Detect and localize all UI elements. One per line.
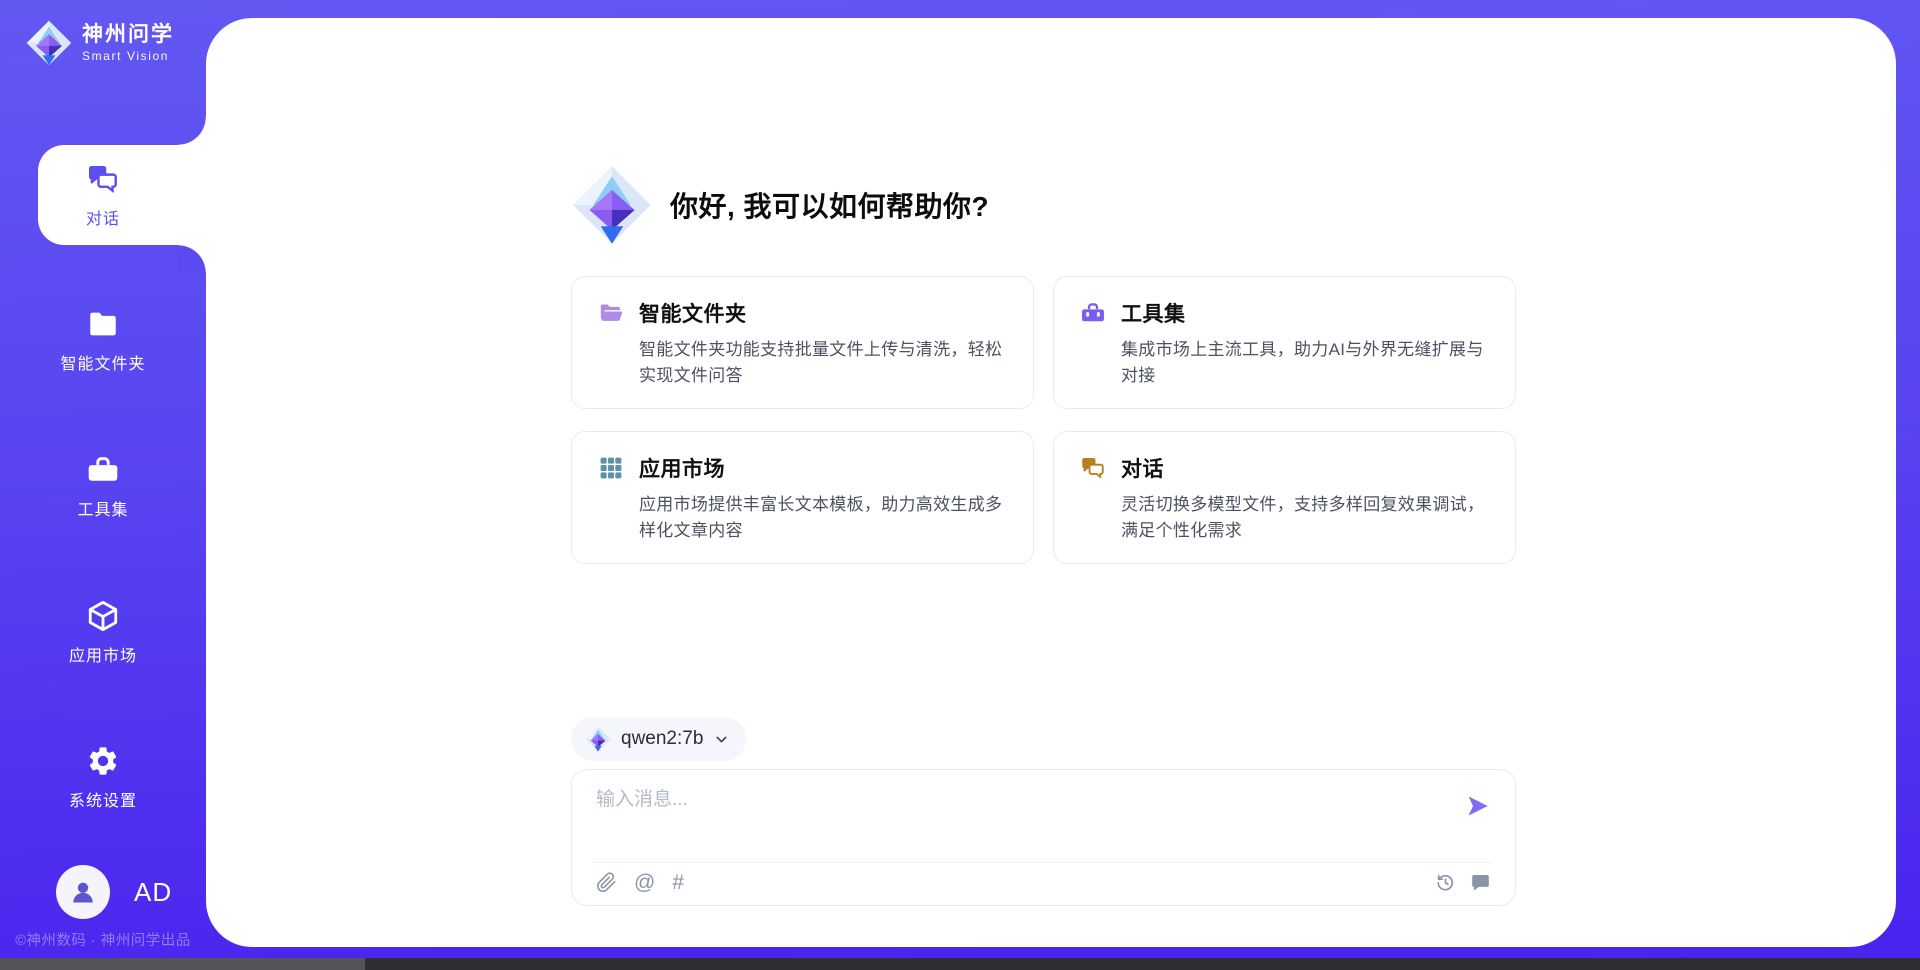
app-window: 神州问学 Smart Vision 对话 智能文件夹 工具集 应用市场 系统设置 <box>0 0 1920 970</box>
card-description: 灵活切换多模型文件，支持多样回复效果调试，满足个性化需求 <box>1121 492 1489 543</box>
model-name: qwen2:7b <box>621 728 703 750</box>
brand: 神州问学 Smart Vision <box>26 20 174 66</box>
sidebar-footer: ©神州数码 · 神州问学出品 <box>0 929 206 950</box>
main-panel: 你好, 我可以如何帮助你? 智能文件夹 智能文件夹功能支持批量文件上传与清洗，轻… <box>206 18 1896 947</box>
greeting-title: 你好, 我可以如何帮助你? <box>670 185 989 225</box>
folder-open-icon <box>598 300 624 326</box>
send-button[interactable] <box>1463 792 1493 822</box>
person-icon <box>68 877 98 907</box>
sidebar-item-toolkit[interactable]: 工具集 <box>0 436 206 536</box>
brand-diamond-icon <box>26 20 72 66</box>
scrollbar-thumb[interactable] <box>0 958 365 970</box>
message-composer: @ # <box>571 769 1516 906</box>
card-toolkit[interactable]: 工具集 集成市场上主流工具，助力AI与外界无缝扩展与对接 <box>1053 276 1516 409</box>
card-title: 对话 <box>1121 453 1164 483</box>
card-description: 智能文件夹功能支持批量文件上传与清洗，轻松实现文件问答 <box>639 337 1007 388</box>
sidebar-item-chat[interactable]: 对话 <box>0 145 206 245</box>
active-tab-fillet-top <box>178 117 206 145</box>
card-description: 应用市场提供丰富长文本模板，助力高效生成多样化文章内容 <box>639 492 1007 543</box>
hash-icon[interactable]: # <box>672 872 684 893</box>
composer-toolbar: @ # <box>594 862 1493 905</box>
model-selector[interactable]: qwen2:7b <box>571 717 746 761</box>
chat-icon <box>86 162 120 196</box>
sidebar-item-smart-folder[interactable]: 智能文件夹 <box>0 290 206 390</box>
card-title: 工具集 <box>1121 298 1186 328</box>
card-chat[interactable]: 对话 灵活切换多模型文件，支持多样回复效果调试，满足个性化需求 <box>1053 431 1516 564</box>
assistant-diamond-icon <box>572 165 652 245</box>
grid-icon <box>598 455 624 481</box>
feature-cards: 智能文件夹 智能文件夹功能支持批量文件上传与清洗，轻松实现文件问答 工具集 集成… <box>571 276 1518 564</box>
sidebar-item-label: 应用市场 <box>69 642 137 666</box>
card-description: 集成市场上主流工具，助力AI与外界无缝扩展与对接 <box>1121 337 1489 388</box>
toolbox-icon <box>1080 300 1106 326</box>
brand-subtitle: Smart Vision <box>82 49 174 63</box>
folder-icon <box>86 307 120 341</box>
horizontal-scrollbar[interactable] <box>0 958 1920 970</box>
avatar <box>56 865 110 919</box>
sidebar-item-label: 智能文件夹 <box>60 350 145 374</box>
history-icon[interactable] <box>1435 872 1456 893</box>
brand-name: 神州问学 <box>82 23 174 46</box>
active-tab-background <box>38 145 206 245</box>
toolbox-icon <box>86 453 120 487</box>
gear-icon <box>86 744 120 778</box>
at-icon[interactable]: @ <box>634 872 655 893</box>
model-diamond-icon <box>585 726 611 752</box>
chat-bubble-icon[interactable] <box>1470 872 1491 893</box>
card-title: 智能文件夹 <box>639 298 747 328</box>
card-title: 应用市场 <box>639 453 725 483</box>
greeting: 你好, 我可以如何帮助你? <box>572 165 989 245</box>
user-name: AD <box>134 877 172 908</box>
sidebar-item-label: 对话 <box>86 205 120 229</box>
sidebar-item-settings[interactable]: 系统设置 <box>0 727 206 827</box>
sidebar-item-label: 工具集 <box>77 496 128 520</box>
sidebar: 神州问学 Smart Vision 对话 智能文件夹 工具集 应用市场 系统设置 <box>0 0 206 970</box>
send-icon <box>1465 793 1491 819</box>
sidebar-item-app-market[interactable]: 应用市场 <box>0 582 206 682</box>
cube-icon <box>86 599 120 633</box>
card-smart-folder[interactable]: 智能文件夹 智能文件夹功能支持批量文件上传与清洗，轻松实现文件问答 <box>571 276 1034 409</box>
chat-icon <box>1080 455 1106 481</box>
paperclip-icon[interactable] <box>596 872 617 893</box>
card-app-market[interactable]: 应用市场 应用市场提供丰富长文本模板，助力高效生成多样化文章内容 <box>571 431 1034 564</box>
user-account[interactable]: AD <box>56 865 172 919</box>
chevron-down-icon <box>713 731 730 748</box>
message-input[interactable] <box>596 784 1463 834</box>
sidebar-item-label: 系统设置 <box>69 787 137 811</box>
active-tab-fillet-bottom <box>178 245 206 273</box>
